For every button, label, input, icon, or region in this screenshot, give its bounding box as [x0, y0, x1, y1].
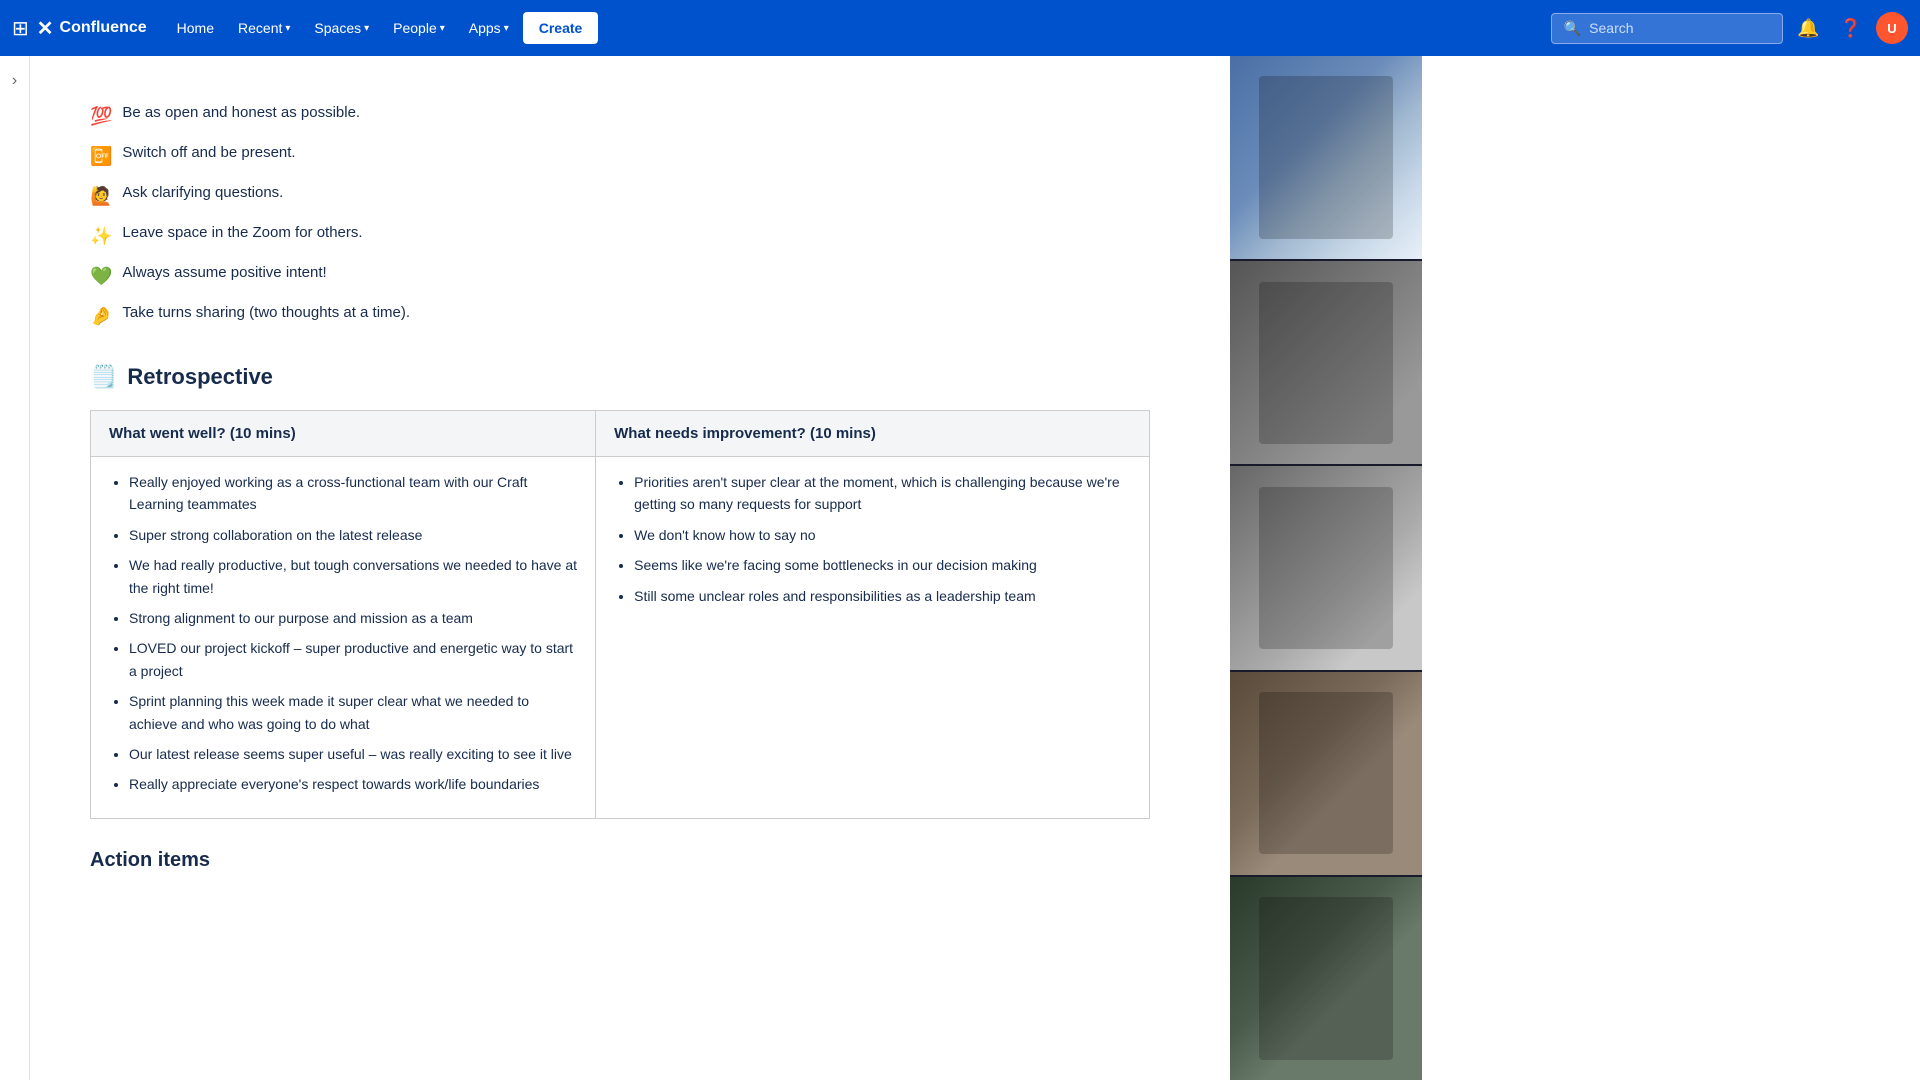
- emoji-icon: 💯: [90, 103, 112, 130]
- went-well-cell: Really enjoyed working as a cross-functi…: [91, 457, 596, 819]
- retrospective-table: What went well? (10 mins) What needs imp…: [90, 410, 1150, 819]
- list-item: Still some unclear roles and responsibil…: [634, 585, 1131, 607]
- bullet-text: Take turns sharing (two thoughts at a ti…: [122, 302, 410, 325]
- list-item: ✨ Leave space in the Zoom for others.: [90, 216, 1150, 256]
- emoji-icon: 💚: [90, 263, 112, 290]
- list-item: Really appreciate everyone's respect tow…: [129, 773, 577, 795]
- nav-home[interactable]: Home: [167, 12, 224, 44]
- emoji-icon: 🤌: [90, 303, 112, 330]
- confluence-logo[interactable]: ✕ Confluence: [37, 16, 147, 41]
- emoji-icon: ✨: [90, 223, 112, 250]
- confluence-icon: ✕: [37, 16, 54, 41]
- video-person-5: [1259, 897, 1393, 1060]
- list-item: 📴 Switch off and be present.: [90, 136, 1150, 176]
- list-item: 🤌 Take turns sharing (two thoughts at a …: [90, 296, 1150, 336]
- video-tile-inner-1: [1230, 56, 1422, 259]
- nav-recent[interactable]: Recent ▾: [228, 12, 300, 44]
- logo-text: Confluence: [60, 19, 147, 37]
- main-content: 💯 Be as open and honest as possible. 📴 S…: [30, 56, 1230, 1080]
- nav-items: Home Recent ▾ Spaces ▾ People ▾ Apps ▾ C…: [167, 12, 1551, 44]
- list-item: We don't know how to say no: [634, 524, 1131, 546]
- list-item: Our latest release seems super useful – …: [129, 743, 577, 765]
- spaces-chevron-icon: ▾: [364, 23, 369, 34]
- sidebar-toggle[interactable]: ›: [0, 56, 30, 1080]
- video-person-4: [1259, 692, 1393, 855]
- video-tile-inner-4: [1230, 672, 1422, 875]
- video-panel: [1230, 56, 1422, 1080]
- list-item: 🙋 Ask clarifying questions.: [90, 176, 1150, 216]
- ground-rules-list: 💯 Be as open and honest as possible. 📴 S…: [90, 96, 1150, 336]
- bullet-text: Switch off and be present.: [122, 142, 295, 165]
- video-tile-inner-5: [1230, 877, 1422, 1080]
- people-chevron-icon: ▾: [440, 23, 445, 34]
- apps-chevron-icon: ▾: [504, 23, 509, 34]
- bullet-text: Be as open and honest as possible.: [122, 102, 360, 125]
- video-tile-3: [1230, 466, 1422, 669]
- emoji-icon: 🙋: [90, 183, 112, 210]
- needs-improvement-list: Priorities aren't super clear at the mom…: [614, 471, 1131, 607]
- video-person-2: [1259, 282, 1393, 445]
- list-item: 💯 Be as open and honest as possible.: [90, 96, 1150, 136]
- user-avatar[interactable]: U: [1876, 12, 1908, 44]
- video-person-1: [1259, 76, 1393, 239]
- video-tile-2: [1230, 261, 1422, 464]
- help-icon[interactable]: ❓: [1834, 12, 1868, 45]
- nav-spaces[interactable]: Spaces ▾: [304, 12, 379, 44]
- search-input[interactable]: [1589, 20, 1770, 36]
- video-tile-inner-2: [1230, 261, 1422, 464]
- recent-chevron-icon: ▾: [285, 23, 290, 34]
- list-item: Seems like we're facing some bottlenecks…: [634, 554, 1131, 576]
- retrospective-heading: 🗒️ Retrospective: [90, 364, 1150, 390]
- went-well-header: What went well? (10 mins): [91, 411, 596, 457]
- needs-improvement-cell: Priorities aren't super clear at the mom…: [596, 457, 1150, 819]
- create-button[interactable]: Create: [523, 12, 599, 44]
- page-layout: › 💯 Be as open and honest as possible. 📴…: [0, 56, 1920, 1080]
- video-tile-1: [1230, 56, 1422, 259]
- list-item: LOVED our project kickoff – super produc…: [129, 637, 577, 682]
- list-item: 💚 Always assume positive intent!: [90, 256, 1150, 296]
- list-item: Sprint planning this week made it super …: [129, 690, 577, 735]
- went-well-list: Really enjoyed working as a cross-functi…: [109, 471, 577, 796]
- notifications-icon[interactable]: 🔔: [1791, 12, 1825, 45]
- sidebar-chevron-icon: ›: [12, 72, 17, 90]
- video-person-3: [1259, 487, 1393, 650]
- video-tile-inner-3: [1230, 466, 1422, 669]
- list-item: We had really productive, but tough conv…: [129, 554, 577, 599]
- bullet-text: Always assume positive intent!: [122, 262, 326, 285]
- bullet-text: Leave space in the Zoom for others.: [122, 222, 362, 245]
- search-icon: 🔍: [1564, 20, 1581, 37]
- needs-improvement-header: What needs improvement? (10 mins): [596, 411, 1150, 457]
- list-item: Strong alignment to our purpose and miss…: [129, 607, 577, 629]
- nav-people[interactable]: People ▾: [383, 12, 455, 44]
- video-tile-4: [1230, 672, 1422, 875]
- list-item: Super strong collaboration on the latest…: [129, 524, 577, 546]
- nav-right: 🔍 🔔 ❓ U: [1551, 12, 1908, 45]
- grid-icon[interactable]: ⊞: [12, 16, 29, 41]
- retrospective-title: Retrospective: [127, 364, 273, 390]
- emoji-icon: 📴: [90, 143, 112, 170]
- action-items-heading: Action items: [90, 849, 1150, 872]
- retrospective-emoji: 🗒️: [90, 364, 117, 390]
- bullet-text: Ask clarifying questions.: [122, 182, 283, 205]
- video-tile-5: [1230, 877, 1422, 1080]
- list-item: Priorities aren't super clear at the mom…: [634, 471, 1131, 516]
- search-box[interactable]: 🔍: [1551, 13, 1783, 44]
- nav-apps[interactable]: Apps ▾: [459, 12, 519, 44]
- list-item: Really enjoyed working as a cross-functi…: [129, 471, 577, 516]
